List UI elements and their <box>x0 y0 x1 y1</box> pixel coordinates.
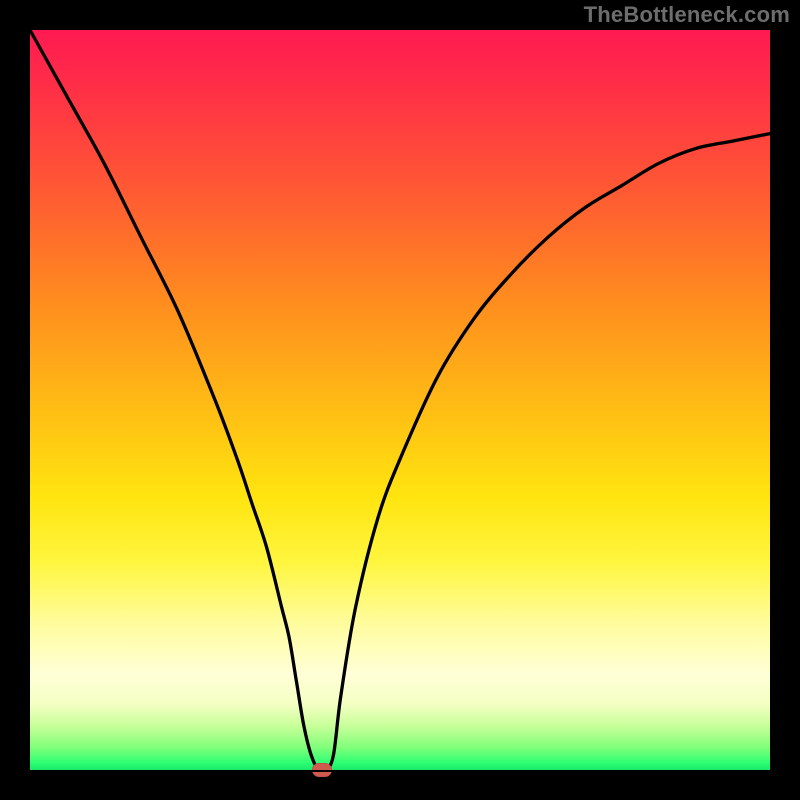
x-axis-baseline <box>30 770 770 772</box>
plot-area <box>30 30 770 770</box>
watermark-text: TheBottleneck.com <box>584 2 790 28</box>
chart-frame: TheBottleneck.com <box>0 0 800 800</box>
bottleneck-curve <box>30 30 770 770</box>
